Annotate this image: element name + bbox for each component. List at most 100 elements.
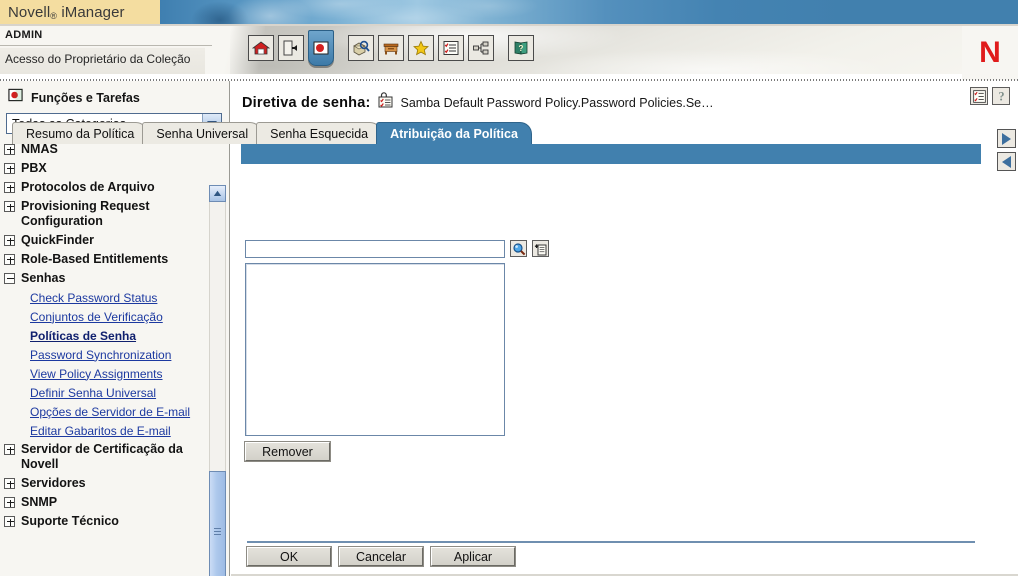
header-divider xyxy=(0,45,212,46)
assigned-objects-listbox[interactable] xyxy=(245,263,505,436)
tree-node-label: NMAS xyxy=(21,142,58,156)
expand-icon[interactable] xyxy=(4,444,15,455)
logo-text: Novell® iManager xyxy=(0,4,125,21)
checklist-icon[interactable] xyxy=(438,35,464,61)
expand-icon[interactable] xyxy=(4,182,15,193)
collection-owner-access: Acesso do Proprietário da Coleção xyxy=(5,52,191,66)
page-header: Diretiva de senha: Samba Default Passwor… xyxy=(231,81,1018,115)
tree-link-conjuntos-de-verifica-o[interactable]: Conjuntos de Verificação xyxy=(0,307,212,326)
expand-icon[interactable] xyxy=(4,254,15,265)
next-page-arrow[interactable] xyxy=(997,129,1016,148)
password-policy-icon xyxy=(378,92,394,113)
network-nodes-icon-glyph xyxy=(473,41,489,55)
tree-node-senhas[interactable]: Senhas xyxy=(0,269,212,288)
tree-node-role-based-entitlements[interactable]: Role-Based Entitlements xyxy=(0,250,212,269)
tree-node-pbx[interactable]: PBX xyxy=(0,159,212,178)
scroll-up-icon[interactable] xyxy=(209,185,226,202)
desk-icon[interactable] xyxy=(378,35,404,61)
favorites-star-icon-glyph xyxy=(413,40,429,56)
imanager-window: Novell® iManager ADMIN Acesso do Proprie… xyxy=(0,0,1018,576)
top-banner: Novell® iManager xyxy=(0,0,1018,24)
tree-link-password-synchronization[interactable]: Password Synchronization xyxy=(0,345,212,364)
object-selector-search-icon[interactable] xyxy=(510,240,527,257)
svg-text:?: ? xyxy=(998,90,1004,103)
tree-link-pol-ticas-de-senha[interactable]: Políticas de Senha xyxy=(0,326,212,345)
collapse-icon[interactable] xyxy=(4,273,15,284)
tree-node-provisioning-request-configuration[interactable]: Provisioning Request Configuration xyxy=(0,197,212,231)
network-nodes-icon[interactable] xyxy=(468,35,494,61)
policy-assignment-form: Remover xyxy=(244,160,1005,462)
banner-artwork xyxy=(160,0,1018,24)
novell-logo-badge: N xyxy=(962,26,1018,80)
right-triangle-icon xyxy=(1002,132,1011,145)
roles-and-tasks-icon-glyph xyxy=(8,88,23,102)
expand-icon[interactable] xyxy=(4,144,15,155)
tab-senha-universal[interactable]: Senha Universal xyxy=(142,122,263,144)
object-lookup-row xyxy=(245,240,1005,258)
tree-node-label: Protocolos de Arquivo xyxy=(21,180,155,194)
tree-node-servidor-de-certifica-o-da-novell[interactable]: Servidor de Certificação da Novell xyxy=(0,440,212,474)
exit-icon[interactable] xyxy=(278,35,304,61)
page-title: Diretiva de senha: xyxy=(242,94,371,111)
add-object-icon[interactable] xyxy=(532,240,549,257)
page-object-name: Samba Default Password Policy.Password P… xyxy=(400,95,714,110)
object-selector-search-icon-glyph xyxy=(512,242,525,255)
scroll-up-icon-glyph xyxy=(213,190,222,196)
expand-icon[interactable] xyxy=(4,497,15,508)
tab-senha-esquecida[interactable]: Senha Esquecida xyxy=(256,122,383,144)
roles-and-tasks-icon[interactable] xyxy=(308,30,334,66)
password-policy-icon-glyph xyxy=(378,92,393,108)
task-checklist-icon[interactable] xyxy=(970,87,988,105)
expand-icon[interactable] xyxy=(4,235,15,246)
tree-node-label: QuickFinder xyxy=(21,233,94,247)
ok-button[interactable]: OK xyxy=(246,546,332,567)
novell-n-mark: N xyxy=(979,36,1001,69)
main-toolbar: ? xyxy=(248,30,534,66)
sidebar-scrollbar[interactable] xyxy=(209,185,226,576)
sidebar-title: Funções e Tarefas xyxy=(31,90,140,105)
tree-node-label: Provisioning Request Configuration xyxy=(21,199,150,228)
cancel-button[interactable]: Cancelar xyxy=(338,546,424,567)
policy-tabs: Resumo da Política Senha Universal Senha E… xyxy=(12,122,532,144)
exit-icon-glyph xyxy=(283,40,297,56)
tree-node-label: Servidores xyxy=(21,476,86,490)
tree-link-op-es-de-servidor-de-e-mail[interactable]: Opções de Servidor de E-mail xyxy=(0,402,212,421)
roles-and-tasks-icon-glyph xyxy=(313,41,329,55)
svg-text:?: ? xyxy=(519,44,524,53)
expand-icon[interactable] xyxy=(4,163,15,174)
tree-link-definir-senha-universal[interactable]: Definir Senha Universal xyxy=(0,383,212,402)
tab-resumo-da-pol-tica[interactable]: Resumo da Política xyxy=(12,122,149,144)
tree-link-view-policy-assignments[interactable]: View Policy Assignments xyxy=(0,364,212,383)
help-book-icon[interactable]: ? xyxy=(508,35,534,61)
tree-link-editar-gabaritos-de-e-mail[interactable]: Editar Gabaritos de E-mail xyxy=(0,421,212,440)
logo-registered: ® xyxy=(50,10,58,21)
scrollbar-grip xyxy=(214,527,221,535)
tab-atribui-o-da-pol-tica[interactable]: Atribuição da Política xyxy=(376,122,532,144)
tree-node-snmp[interactable]: SNMP xyxy=(0,493,212,512)
object-view-icon[interactable] xyxy=(348,35,374,61)
tree-node-suporte-t-cnico[interactable]: Suporte Técnico xyxy=(0,512,212,531)
logo-novell: Novell xyxy=(8,3,51,21)
add-object-icon-glyph xyxy=(534,243,546,255)
tree-node-protocolos-de-arquivo[interactable]: Protocolos de Arquivo xyxy=(0,178,212,197)
sidebar-scrollbar-thumb[interactable] xyxy=(209,471,226,576)
tree-link-check-password-status[interactable]: Check Password Status xyxy=(0,288,212,307)
help-book-icon-glyph: ? xyxy=(514,41,528,55)
tree-node-label: PBX xyxy=(21,161,47,175)
expand-icon[interactable] xyxy=(4,201,15,212)
tree-node-servidores[interactable]: Servidores xyxy=(0,474,212,493)
home-icon[interactable] xyxy=(248,35,274,61)
expand-icon[interactable] xyxy=(4,478,15,489)
tree-node-quickfinder[interactable]: QuickFinder xyxy=(0,231,212,250)
page-corner-icons: ? xyxy=(970,87,1010,105)
remove-button[interactable]: Remover xyxy=(244,441,331,462)
favorites-star-icon[interactable] xyxy=(408,35,434,61)
expand-icon[interactable] xyxy=(4,516,15,527)
tree-node-label: Senhas xyxy=(21,271,66,285)
admin-username: ADMIN xyxy=(5,29,43,41)
object-lookup-input[interactable] xyxy=(245,240,505,258)
tree-node-label: Servidor de Certificação da Novell xyxy=(21,442,183,471)
help-question-icon[interactable]: ? xyxy=(992,87,1010,105)
apply-button[interactable]: Aplicar xyxy=(430,546,516,567)
tree-node-label: SNMP xyxy=(21,495,58,509)
